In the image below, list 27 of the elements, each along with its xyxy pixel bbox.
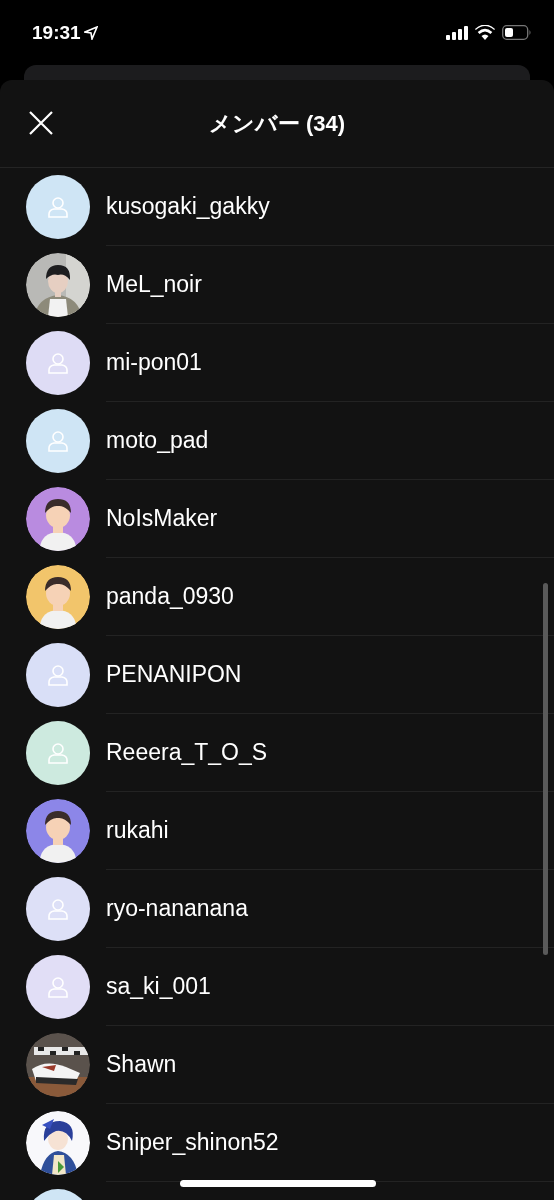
member-name[interactable]: ryo-nananana — [106, 895, 248, 922]
member-name[interactable]: Sniper_shinon52 — [106, 1129, 279, 1156]
sheet-title: メンバー (34) — [208, 109, 346, 138]
signal-icon — [446, 25, 468, 40]
member-name[interactable]: MeL_noir — [106, 271, 202, 298]
person-icon — [46, 741, 70, 765]
close-icon — [28, 110, 54, 136]
clock-time: 19:31 — [32, 21, 81, 44]
member-name[interactable]: Shawn — [106, 1051, 177, 1078]
person-icon — [46, 195, 70, 219]
member-name[interactable]: moto_pad — [106, 427, 209, 454]
close-button[interactable] — [28, 110, 54, 136]
member-name[interactable]: kusogaki_gakky — [106, 193, 270, 220]
member-name[interactable]: sa_ki_001 — [106, 973, 211, 1000]
person-icon — [46, 429, 70, 453]
member-name[interactable]: PENANIPON — [106, 661, 242, 688]
person-icon — [46, 351, 70, 375]
member-name[interactable]: NoIsMaker — [106, 505, 218, 532]
person-icon — [46, 663, 70, 687]
member-name[interactable]: rukahi — [106, 817, 169, 844]
location-arrow-icon — [83, 25, 98, 40]
member-name[interactable]: Reeera_T_O_S — [106, 739, 268, 766]
member-name[interactable]: panda_0930 — [106, 583, 234, 610]
wifi-icon — [475, 25, 495, 40]
person-icon — [46, 897, 70, 921]
person-icon — [46, 975, 70, 999]
member-name[interactable]: mi-pon01 — [106, 349, 202, 376]
